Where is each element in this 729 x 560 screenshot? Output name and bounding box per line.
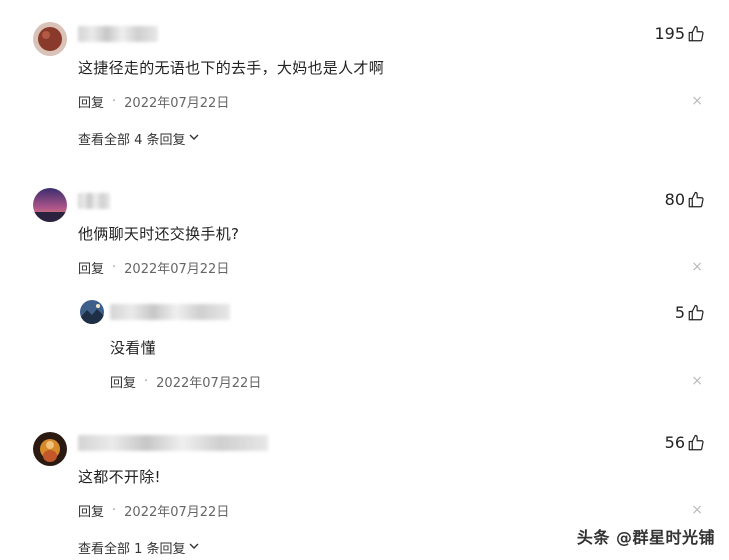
- avatar[interactable]: [33, 22, 67, 56]
- reply-button[interactable]: 回复: [78, 258, 104, 277]
- like-count: 56: [664, 433, 685, 452]
- comment-meta: 回复 · 2022年07月22日: [110, 372, 261, 391]
- chevron-down-icon: [189, 540, 199, 553]
- separator: ·: [112, 260, 117, 275]
- comment-meta: 回复 · 2022年07月22日: [78, 92, 229, 111]
- like-button[interactable]: 80: [665, 190, 705, 209]
- comment-date: 2022年07月22日: [124, 96, 230, 111]
- username-redacted[interactable]: [78, 435, 268, 451]
- like-count: 195: [654, 24, 685, 43]
- comment-text: 这都不开除!: [78, 468, 161, 486]
- expand-replies-label: 查看全部 4 条回复: [78, 133, 186, 148]
- username-redacted[interactable]: [78, 193, 110, 209]
- source-watermark: 头条 @群星时光铺: [576, 528, 715, 547]
- chevron-down-icon: [189, 131, 199, 144]
- like-button[interactable]: 195: [654, 24, 705, 43]
- username-redacted[interactable]: [110, 304, 230, 320]
- like-button[interactable]: 56: [665, 433, 705, 452]
- like-button[interactable]: 5: [675, 303, 705, 322]
- like-count: 80: [664, 190, 685, 209]
- reply-button[interactable]: 回复: [78, 92, 104, 111]
- thumbs-up-icon: [688, 434, 704, 450]
- thumbs-up-icon: [688, 304, 704, 320]
- expand-replies-label: 查看全部 1 条回复: [78, 542, 186, 557]
- expand-replies-link[interactable]: 查看全部 4 条回复: [78, 129, 199, 148]
- avatar[interactable]: [33, 432, 67, 466]
- like-count: 5: [674, 303, 685, 322]
- comment-meta: 回复 · 2022年07月22日: [78, 258, 229, 277]
- comment-date: 2022年07月22日: [124, 262, 230, 277]
- avatar[interactable]: [80, 300, 104, 324]
- separator: ·: [112, 503, 117, 518]
- comment-meta: 回复 · 2022年07月22日: [78, 501, 229, 520]
- close-icon[interactable]: ×: [691, 260, 703, 274]
- thumbs-up-icon: [688, 25, 704, 41]
- separator: ·: [144, 374, 149, 389]
- comment-text: 他俩聊天时还交换手机?: [78, 225, 240, 243]
- comment-text: 这捷径走的无语也下的去手，大妈也是人才啊: [78, 59, 385, 77]
- comment-date: 2022年07月22日: [124, 505, 230, 520]
- thumbs-up-icon: [688, 191, 704, 207]
- separator: ·: [112, 94, 117, 109]
- expand-replies-link[interactable]: 查看全部 1 条回复: [78, 538, 199, 557]
- close-icon[interactable]: ×: [691, 94, 703, 108]
- reply-button[interactable]: 回复: [78, 501, 104, 520]
- reply-button[interactable]: 回复: [110, 372, 136, 391]
- close-icon[interactable]: ×: [691, 503, 703, 517]
- comment-text: 没看懂: [110, 339, 156, 357]
- comment-date: 2022年07月22日: [156, 376, 262, 391]
- close-icon[interactable]: ×: [691, 374, 703, 388]
- username-redacted[interactable]: [78, 26, 158, 42]
- avatar[interactable]: [33, 188, 67, 222]
